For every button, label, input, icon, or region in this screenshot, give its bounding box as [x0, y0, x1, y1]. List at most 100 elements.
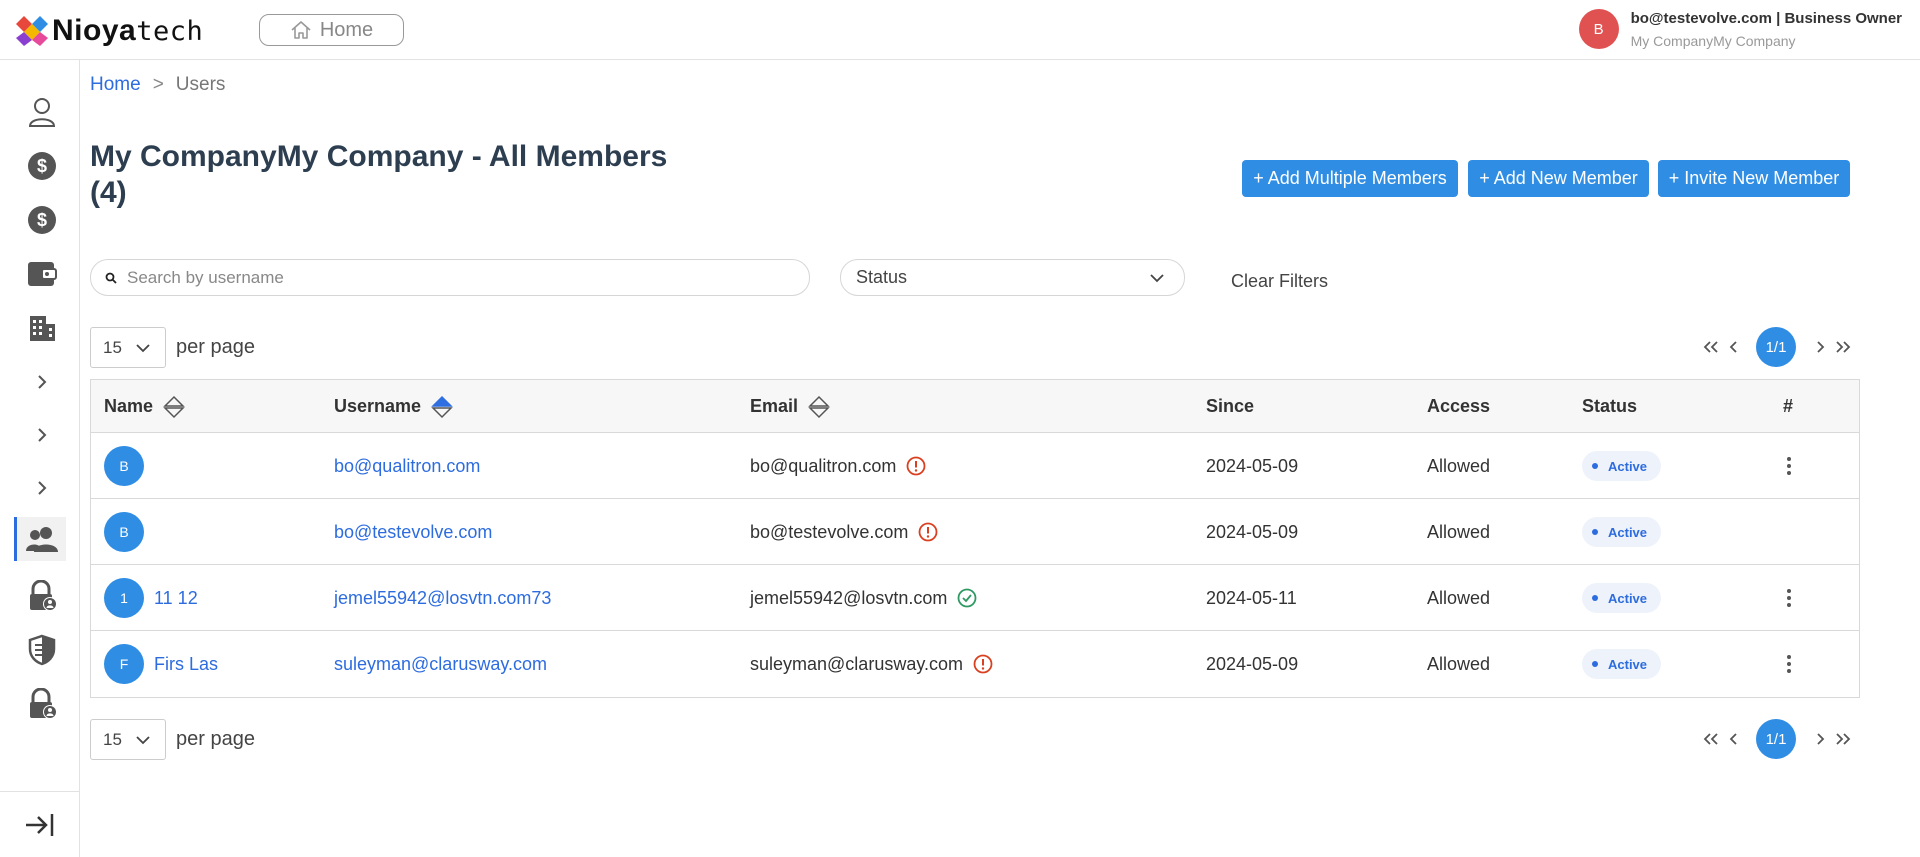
add-multiple-members-button[interactable]: + Add Multiple Members [1242, 160, 1458, 197]
logo-text: Nioyatech [52, 14, 204, 47]
email-status[interactable] [906, 456, 926, 476]
sidebar-expand-3[interactable] [16, 466, 68, 510]
sidebar-expand-2[interactable] [16, 413, 68, 457]
row-actions-cell [1787, 433, 1791, 499]
verified-icon [957, 588, 977, 608]
chevron-down-icon [136, 343, 150, 352]
sidebar-expand-1[interactable] [16, 360, 68, 404]
name-cell: 1 11 12 [104, 565, 198, 631]
last-page-button[interactable] [1832, 732, 1854, 746]
status-cell: Active [1582, 631, 1662, 697]
username-cell: bo@testevolve.com [334, 499, 492, 565]
sidebar-item-users[interactable] [14, 517, 66, 561]
since-cell: 2024-05-09 [1206, 521, 1299, 542]
user-menu[interactable]: B bo@testevolve.com | Business Owner My … [1578, 9, 1902, 49]
user-lock-icon [30, 688, 57, 719]
user-email: bo@testevolve.com | Business Owner [1630, 9, 1902, 27]
sort-icon [163, 395, 185, 418]
more-vertical-icon[interactable] [1787, 457, 1791, 475]
invite-new-member-button[interactable]: + Invite New Member [1658, 160, 1850, 197]
member-name-link[interactable]: Firs Las [154, 654, 218, 675]
last-page-button[interactable] [1832, 340, 1854, 354]
user-company: My CompanyMy Company [1630, 32, 1796, 49]
home-button[interactable]: Home [259, 14, 404, 46]
table-header: Name Username Email Since Access Status … [91, 380, 1859, 433]
email-cell: suleyman@clarusway.com [750, 631, 993, 697]
username-link[interactable]: suleyman@clarusway.com [334, 654, 547, 675]
per-page-select[interactable]: 15 [90, 327, 166, 368]
next-page-button[interactable] [1810, 340, 1832, 354]
username-link[interactable]: jemel55942@losvtn.com73 [334, 588, 551, 609]
name-cell: B [104, 499, 154, 565]
access-cell: Allowed [1427, 587, 1491, 608]
status-cell: Active [1582, 565, 1662, 631]
per-page-select-bottom[interactable]: 15 [90, 719, 166, 760]
status-dot [1592, 661, 1598, 667]
pagination-bottom: 1/1 [1700, 719, 1854, 759]
sidebar-item-profile[interactable] [16, 90, 68, 134]
column-header-email[interactable]: Email [750, 380, 830, 433]
svg-text:$: $ [37, 156, 47, 176]
home-button-label: Home [319, 18, 374, 41]
status-cell: Active [1582, 433, 1662, 499]
status-badge-label: Active [1608, 524, 1648, 540]
prev-page-button[interactable] [1722, 732, 1744, 746]
next-page-button[interactable] [1810, 732, 1832, 746]
breadcrumb-home-link[interactable]: Home [90, 74, 141, 95]
username-link[interactable]: bo@qualitron.com [334, 456, 480, 477]
first-page-button[interactable] [1700, 732, 1722, 746]
sidebar-item-billing[interactable]: $ [16, 144, 68, 188]
member-name-link[interactable]: 11 12 [154, 588, 198, 609]
username-link[interactable]: bo@testevolve.com [334, 522, 492, 543]
email-status[interactable] [918, 522, 938, 542]
per-page-label: per page [176, 336, 255, 358]
status-dot [1592, 529, 1598, 535]
clear-filters-button[interactable]: Clear Filters [1231, 271, 1328, 292]
breadcrumb-current: Users [175, 74, 226, 95]
add-new-member-button[interactable]: + Add New Member [1468, 160, 1649, 197]
more-vertical-icon[interactable] [1787, 589, 1791, 607]
avatar[interactable]: B [1578, 9, 1619, 49]
avatar: 1 [104, 578, 144, 618]
email-status[interactable] [957, 588, 977, 608]
chevron-right-icon [38, 481, 47, 495]
more-vertical-icon[interactable] [1787, 655, 1791, 673]
users-icon [25, 527, 58, 552]
status-badge: Active [1582, 649, 1662, 679]
access-cell: Allowed [1427, 455, 1491, 476]
sidebar-item-permissions[interactable] [16, 682, 68, 726]
logo[interactable]: Nioyatech [14, 14, 203, 48]
current-page-indicator[interactable]: 1/1 [1756, 719, 1796, 759]
sidebar-item-security[interactable] [16, 628, 68, 672]
sidebar-item-payments[interactable]: $ [16, 198, 68, 242]
avatar: B [104, 512, 144, 552]
search-input[interactable] [127, 267, 727, 288]
chevron-right-icon [1817, 733, 1825, 745]
row-actions-cell [1787, 565, 1791, 631]
column-header-username[interactable]: Username [334, 380, 453, 433]
per-page-value: 15 [103, 729, 122, 749]
chevron-right-icon [1817, 341, 1825, 353]
svg-text:$: $ [37, 210, 47, 230]
sidebar-item-organization[interactable] [16, 306, 68, 350]
current-page-indicator[interactable]: 1/1 [1756, 327, 1796, 367]
email-status[interactable] [973, 654, 993, 674]
table-row: Bbo@qualitron.com bo@qualitron.com 2024-05… [91, 433, 1859, 499]
warning-icon [906, 456, 926, 476]
top-bar: Nioyatech Home B bo@testevolve.com | Bus… [0, 0, 1920, 60]
dollar-icon: $ [28, 206, 56, 234]
user-icon [28, 98, 56, 127]
email-cell: bo@testevolve.com [750, 499, 938, 565]
status-select[interactable]: Status [840, 259, 1185, 296]
prev-page-button[interactable] [1722, 340, 1744, 354]
chevron-left-icon [1729, 733, 1737, 745]
warning-icon [918, 522, 938, 542]
email-text: suleyman@clarusway.com [750, 653, 964, 674]
table-body: Bbo@qualitron.com bo@qualitron.com 2024-05… [91, 433, 1859, 697]
sidebar-item-user-access[interactable] [16, 574, 68, 618]
column-header-name[interactable]: Name [104, 380, 185, 433]
first-page-button[interactable] [1700, 340, 1722, 354]
sidebar-item-wallet[interactable] [16, 252, 68, 296]
sidebar-collapse-toggle[interactable] [0, 791, 80, 857]
status-badge-label: Active [1608, 458, 1648, 474]
